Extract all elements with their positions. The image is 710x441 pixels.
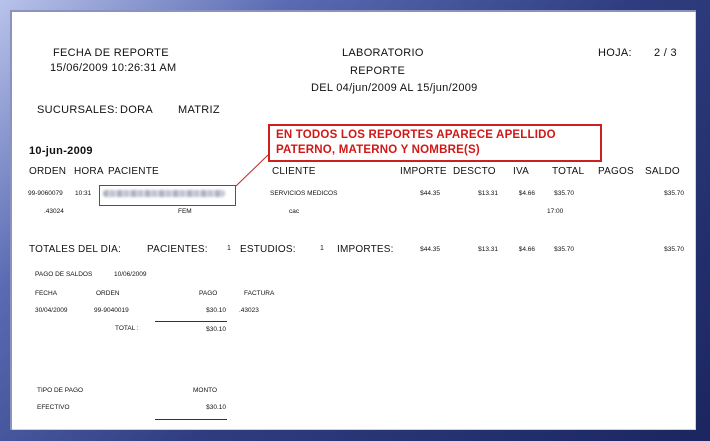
totales-iva: $4.66	[518, 246, 535, 253]
pacientes-label: PACIENTES:	[147, 244, 208, 255]
row-orden: 99-9060079	[28, 190, 63, 197]
col-iva: IVA	[513, 166, 529, 177]
monto-header: MONTO	[193, 387, 218, 394]
callout-connector	[235, 154, 269, 187]
report-page: FECHA DE REPORTE 15/06/2009 10:26:31 AM …	[10, 10, 696, 430]
row-hora: 10:31	[75, 190, 92, 197]
pago-row-orden: 99-9040019	[94, 307, 129, 314]
col-paciente: PACIENTE	[108, 166, 159, 177]
totales-saldo: $35.70	[664, 246, 684, 253]
efectivo-label: EFECTIVO	[37, 404, 70, 411]
row-sexo: FEM	[178, 208, 192, 215]
pago-saldos-title: PAGO DE SALDOS	[35, 271, 93, 278]
totales-label: TOTALES DEL DIA:	[29, 244, 121, 255]
pago-saldos-date: 10/06/2009	[114, 271, 147, 278]
col-hora: HORA	[74, 166, 104, 177]
col-cliente: CLIENTE	[272, 166, 316, 177]
pago-col-fecha: FECHA	[35, 290, 58, 297]
col-importe: IMPORTE	[400, 166, 447, 177]
row-total: $35.70	[554, 190, 574, 197]
col-descto: DESCTO	[453, 166, 496, 177]
totales-descto: $13.31	[478, 246, 498, 253]
pacientes-count: 1	[227, 245, 231, 252]
row-saldo: $35.70	[664, 190, 684, 197]
pago-row-fecha: 30/04/2009	[35, 307, 68, 314]
totales-importe: $44.35	[420, 246, 440, 253]
pago-row-factura: .43023	[239, 307, 259, 314]
patient-name-highlight	[99, 185, 236, 206]
pago-total-rule	[155, 321, 227, 322]
row-importe: $44.35	[420, 190, 440, 197]
row-hora-entrega: 17:00	[547, 208, 564, 215]
pago-col-orden: ORDEN	[96, 290, 120, 297]
estudios-count: 1	[320, 245, 324, 252]
col-saldo: SALDO	[645, 166, 680, 177]
tipo-pago-rule	[155, 419, 227, 420]
pago-col-pago: PAGO	[199, 290, 218, 297]
col-orden: ORDEN	[29, 166, 67, 177]
pago-col-factura: FACTURA	[244, 290, 275, 297]
efectivo-monto: $30.10	[206, 404, 226, 411]
row-cliente: SERVICIOS MEDICOS	[270, 190, 338, 197]
callout-pointer-line	[235, 154, 269, 187]
pago-total-label: TOTAL :	[115, 325, 139, 332]
estudios-label: ESTUDIOS:	[240, 244, 296, 255]
row-sub-id: .43024	[44, 208, 64, 215]
pago-total-value: $30.10	[206, 326, 226, 333]
col-total: TOTAL	[552, 166, 585, 177]
importes-label: IMPORTES:	[337, 244, 394, 255]
pago-row-pago: $30.10	[206, 307, 226, 314]
row-iva: $4.66	[518, 190, 535, 197]
totales-total: $35.70	[554, 246, 574, 253]
row-descto: $13.31	[478, 190, 498, 197]
col-pagos: PAGOS	[598, 166, 634, 177]
tipo-pago-header: TIPO DE PAGO	[37, 387, 84, 394]
row-sub-cliente: cac	[289, 208, 300, 215]
